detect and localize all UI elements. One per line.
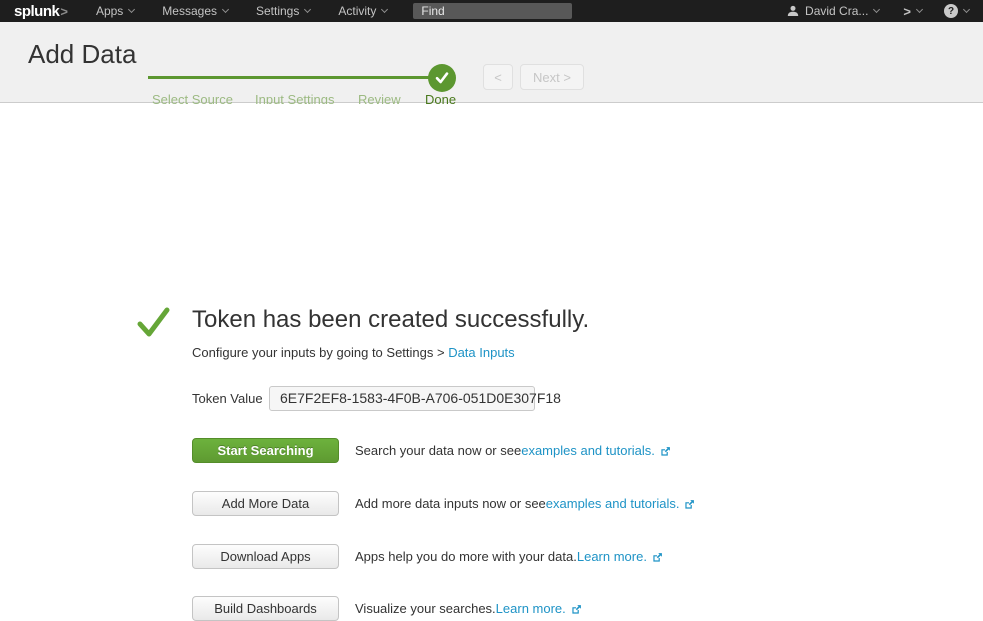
splunk-arrow-icon: > — [903, 4, 911, 19]
back-button[interactable]: < — [483, 64, 513, 90]
token-value-label: Token Value — [192, 391, 263, 406]
learn-more-link[interactable]: Learn more. — [496, 601, 566, 616]
user-icon — [787, 5, 799, 17]
external-link-icon — [652, 552, 663, 563]
user-name-label: David Cra... — [805, 4, 868, 18]
configure-inputs-prefix: Configure your inputs by going to Settin… — [192, 345, 448, 360]
nav-menu-settings[interactable]: Settings — [256, 4, 310, 18]
chevron-down-icon — [222, 6, 229, 13]
download-apps-button[interactable]: Download Apps — [192, 544, 339, 569]
nav-menu-messages-label: Messages — [162, 4, 217, 18]
chevron-down-icon — [304, 6, 311, 13]
token-value-field[interactable]: 6E7F2EF8-1583-4F0B-A706-051D0E307F18 — [269, 386, 535, 411]
external-link-icon — [571, 604, 582, 615]
action-description: Search your data now or see examples and… — [355, 443, 671, 458]
main-content: Token has been created successfully. Con… — [0, 104, 983, 539]
learn-more-link[interactable]: Learn more. — [577, 549, 647, 564]
configure-inputs-text: Configure your inputs by going to Settin… — [192, 345, 515, 360]
build-dashboards-button[interactable]: Build Dashboards — [192, 596, 339, 621]
help-menu[interactable]: ? — [944, 4, 969, 18]
topbar-right-group: David Cra... > ? — [787, 4, 969, 19]
wizard-done-check-icon — [428, 64, 456, 92]
help-icon: ? — [944, 4, 958, 18]
action-row-add-more-data: Add More Data Add more data inputs now o… — [192, 491, 695, 516]
nav-menu-activity-label: Activity — [338, 4, 376, 18]
nav-menu-messages[interactable]: Messages — [162, 4, 228, 18]
success-check-icon — [137, 307, 170, 338]
splunk-logo[interactable]: splunk > — [14, 3, 68, 20]
find-search-input[interactable] — [413, 3, 572, 19]
data-inputs-link[interactable]: Data Inputs — [448, 345, 515, 360]
chevron-down-icon — [381, 6, 388, 13]
external-link-icon — [684, 499, 695, 510]
splunk-logo-text: splunk — [14, 3, 59, 20]
success-heading: Token has been created successfully. — [192, 306, 589, 334]
nav-menu-settings-label: Settings — [256, 4, 299, 18]
action-text: Add more data inputs now or see — [355, 496, 546, 511]
action-text: Visualize your searches. — [355, 601, 496, 616]
splunk-arrow-menu[interactable]: > — [903, 4, 922, 19]
page-title: Add Data — [28, 39, 136, 70]
external-link-icon — [660, 446, 671, 457]
action-description: Apps help you do more with your data. Le… — [355, 549, 663, 564]
nav-menu-apps-label: Apps — [96, 4, 123, 18]
action-text: Apps help you do more with your data. — [355, 549, 577, 564]
top-nav-bar: splunk > Apps Messages Settings Activity… — [0, 0, 983, 22]
action-text: Search your data now or see — [355, 443, 521, 458]
action-row-build-dashboards: Build Dashboards Visualize your searches… — [192, 596, 582, 621]
next-button[interactable]: Next > — [520, 64, 584, 90]
page-header: Add Data Select Source Input Settings Re… — [0, 22, 983, 103]
start-searching-button[interactable]: Start Searching — [192, 438, 339, 463]
examples-tutorials-link[interactable]: examples and tutorials. — [521, 443, 655, 458]
action-row-start-searching: Start Searching Search your data now or … — [192, 438, 671, 463]
splunk-logo-arrow: > — [60, 4, 68, 19]
examples-tutorials-link[interactable]: examples and tutorials. — [546, 496, 680, 511]
action-description: Add more data inputs now or see examples… — [355, 496, 695, 511]
add-more-data-button[interactable]: Add More Data — [192, 491, 339, 516]
nav-menu-activity[interactable]: Activity — [338, 4, 387, 18]
chevron-down-icon — [963, 6, 970, 13]
chevron-down-icon — [873, 6, 880, 13]
chevron-down-icon — [128, 6, 135, 13]
chevron-down-icon — [916, 6, 923, 13]
wizard-progress-line — [148, 76, 430, 79]
nav-menu-apps[interactable]: Apps — [96, 4, 134, 18]
action-row-download-apps: Download Apps Apps help you do more with… — [192, 544, 663, 569]
action-description: Visualize your searches. Learn more. — [355, 601, 582, 616]
user-menu[interactable]: David Cra... — [787, 4, 879, 18]
